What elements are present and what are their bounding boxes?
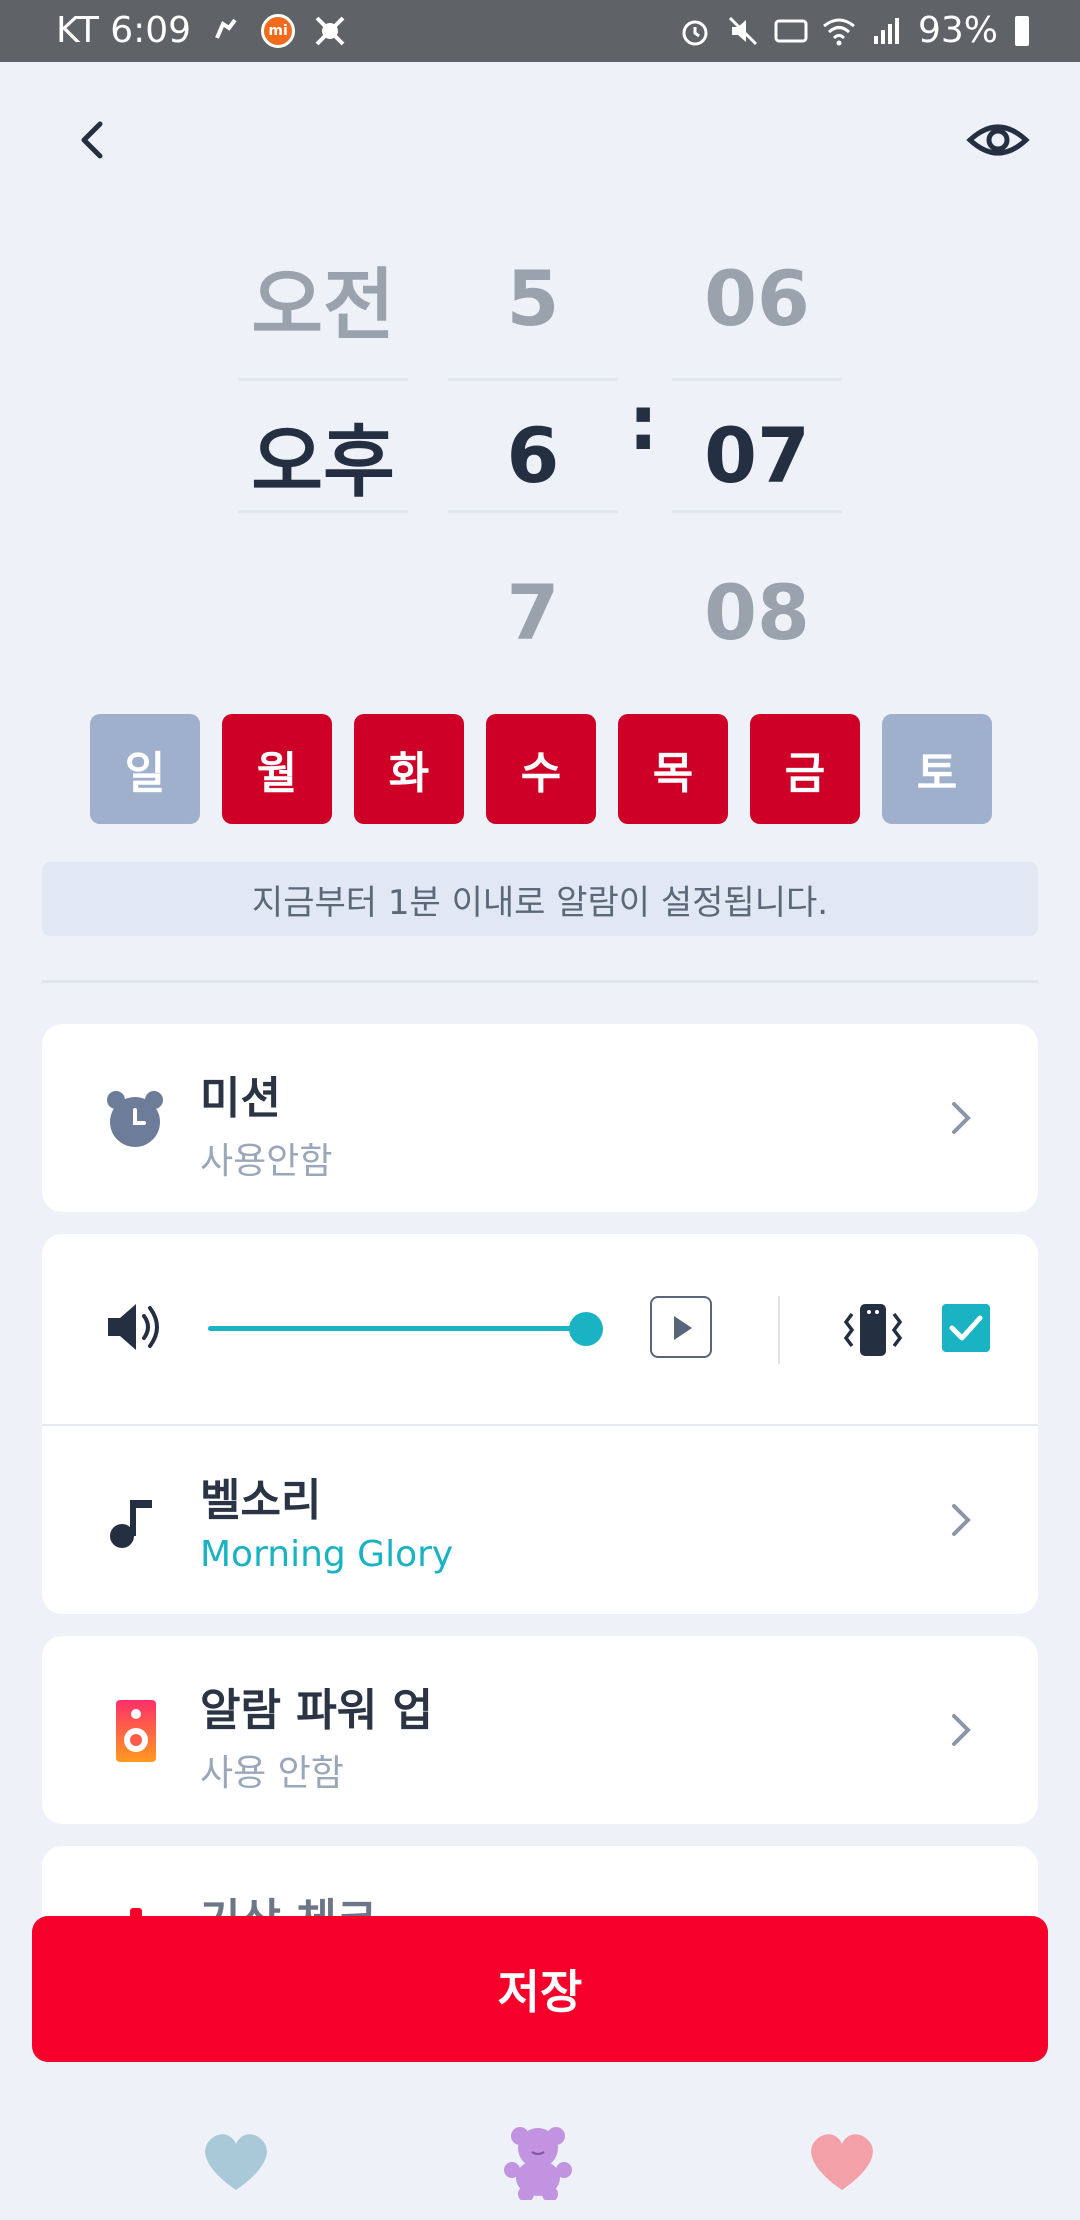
day-wed[interactable]: 수 <box>486 714 596 824</box>
heart-pink-icon[interactable] <box>802 2120 882 2200</box>
volume-slider-track[interactable] <box>208 1326 586 1331</box>
signal-status-icon <box>873 17 899 44</box>
mission-title: 미션 <box>200 1073 281 1124</box>
chevron-right-icon <box>952 1714 971 1746</box>
status-bar: KT 6:09 mi 93% <box>0 0 1080 62</box>
ringtone-value: Morning Glory <box>200 1534 454 1575</box>
mission-card[interactable]: 미션 사용안함 <box>42 1024 1038 1212</box>
ampm-column[interactable]: 오전 오후 <box>238 220 408 660</box>
eye-icon[interactable] <box>966 110 1030 170</box>
ampm-select-line-bottom <box>238 510 408 513</box>
day-sun[interactable]: 일 <box>90 714 200 824</box>
hd-status-icon <box>774 19 808 42</box>
day-sat[interactable]: 토 <box>882 714 992 824</box>
ringtone-title: 벨소리 <box>200 1475 322 1526</box>
power-up-card[interactable]: 알람 파워 업 사용 안함 <box>42 1636 1038 1824</box>
bottom-nav <box>0 2100 1080 2220</box>
day-fri[interactable]: 금 <box>750 714 860 824</box>
status-carrier-time: KT 6:09 <box>56 10 192 51</box>
chevron-right-icon <box>952 1102 971 1134</box>
bear-purple-icon[interactable] <box>498 2120 578 2200</box>
back-arrow-icon[interactable] <box>66 112 122 168</box>
minute-select-line-top <box>672 378 842 381</box>
battery-percent: 93% <box>917 10 998 51</box>
hour-next: 7 <box>506 568 560 657</box>
vibrate-checkbox[interactable] <box>942 1304 990 1352</box>
ampm-prev: 오전 <box>251 260 395 351</box>
hour-select-line-top <box>448 378 618 381</box>
volume-row <box>42 1234 1038 1424</box>
play-preview-button[interactable] <box>650 1296 712 1358</box>
speaker-box-icon <box>116 1700 156 1762</box>
checkmark-icon <box>949 1315 983 1341</box>
bear-clock-icon <box>107 1091 163 1147</box>
chevron-right-icon <box>952 1504 971 1536</box>
vertical-separator <box>778 1296 780 1364</box>
ampm-select-line-top <box>238 378 408 381</box>
power-up-value: 사용 안함 <box>200 1753 344 1794</box>
top-nav <box>0 100 1080 180</box>
section-divider <box>42 980 1038 983</box>
day-thu[interactable]: 목 <box>618 714 728 824</box>
hour-prev: 5 <box>506 254 560 343</box>
minute-prev: 06 <box>704 254 810 343</box>
app-notification-icon: mi <box>261 13 296 48</box>
ringtone-row[interactable]: 벨소리 Morning Glory <box>42 1426 1038 1614</box>
play-icon <box>674 1316 692 1340</box>
wifi-status-icon <box>823 18 855 45</box>
music-note-icon <box>110 1500 152 1548</box>
day-tue[interactable]: 화 <box>354 714 464 824</box>
minute-select-line-bottom <box>672 510 842 513</box>
hour-column[interactable]: 5 6 7 <box>448 220 618 660</box>
vibrate-phone-icon <box>843 1304 903 1356</box>
battery-icon <box>1015 15 1029 46</box>
bug-notification-icon <box>315 16 345 45</box>
time-picker[interactable]: 오전 오후 5 6 7 : 06 07 08 <box>0 220 1080 660</box>
mute-status-icon <box>728 16 758 45</box>
weekday-selector: 일 월 화 수 목 금 토 <box>90 714 992 824</box>
ampm-next <box>238 534 408 691</box>
mission-value: 사용안함 <box>200 1141 333 1182</box>
sound-card: 벨소리 Morning Glory <box>42 1234 1038 1614</box>
power-up-title: 알람 파워 업 <box>200 1685 434 1736</box>
notification-icon <box>215 18 237 39</box>
speaker-icon[interactable] <box>104 1296 166 1358</box>
heart-blue-icon[interactable] <box>196 2120 276 2200</box>
hour-select-line-bottom <box>448 510 618 513</box>
minute-next: 08 <box>704 568 810 657</box>
save-button[interactable]: 저장 <box>32 1916 1048 2062</box>
minute-column[interactable]: 06 07 08 <box>672 220 842 660</box>
alarm-info-banner: 지금부터 1분 이내로 알람이 설정됩니다. <box>42 862 1038 936</box>
day-mon[interactable]: 월 <box>222 714 332 824</box>
volume-slider-thumb[interactable] <box>569 1312 603 1346</box>
alarm-status-icon <box>682 20 708 45</box>
time-colon: : <box>628 378 659 467</box>
